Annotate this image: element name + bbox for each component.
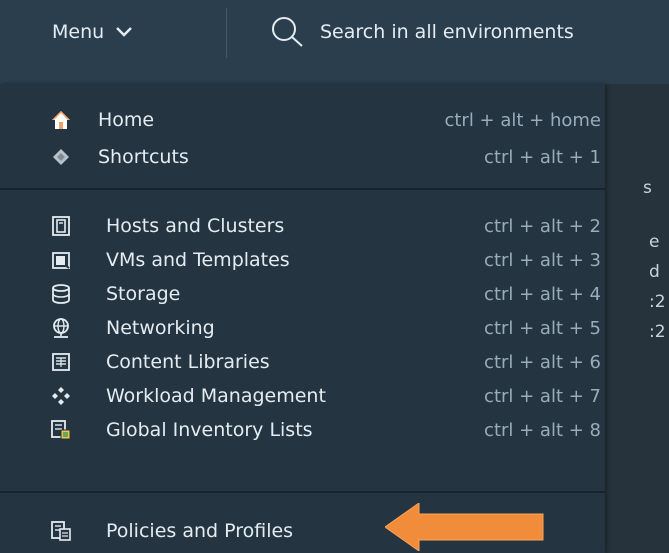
search-box[interactable]: Search in all environments bbox=[270, 16, 574, 48]
menu-item-label: Shortcuts bbox=[98, 146, 189, 168]
menu-item-workload-management[interactable]: Workload Management ctrl + alt + 7 bbox=[0, 379, 605, 413]
shortcuts-icon bbox=[50, 146, 72, 168]
menu-label: Menu bbox=[52, 21, 105, 43]
menu-button[interactable]: Menu bbox=[52, 18, 134, 46]
menu-item-label: Networking bbox=[106, 317, 215, 339]
menu-item-label: Content Libraries bbox=[106, 351, 270, 373]
background-text-fragment: s bbox=[643, 178, 652, 198]
background-text-fragment: d bbox=[649, 262, 660, 282]
menu-item-shortcut: ctrl + alt + 5 bbox=[484, 317, 601, 339]
policies-icon bbox=[50, 520, 72, 542]
menu-item-label: Storage bbox=[106, 283, 181, 305]
menu-item-label: VMs and Templates bbox=[106, 249, 290, 271]
storage-icon bbox=[50, 283, 72, 305]
menu-item-content-libraries[interactable]: Content Libraries ctrl + alt + 6 bbox=[0, 345, 605, 379]
network-icon bbox=[50, 317, 72, 339]
main-menu-dropdown: Home ctrl + alt + home Shortcuts ctrl + … bbox=[0, 84, 605, 553]
menu-item-label: Home bbox=[98, 109, 155, 131]
background-text-fragment: :2 bbox=[649, 292, 666, 312]
menu-item-global-inventory-lists[interactable]: Global Inventory Lists ctrl + alt + 8 bbox=[0, 413, 605, 447]
menu-item-shortcut: ctrl + alt + 4 bbox=[484, 283, 601, 305]
home-icon bbox=[50, 109, 72, 131]
menu-item-label: Hosts and Clusters bbox=[106, 215, 285, 237]
workload-icon bbox=[50, 385, 72, 407]
menu-separator bbox=[0, 491, 605, 493]
menu-item-shortcut: ctrl + alt + 8 bbox=[484, 419, 601, 441]
inventory-icon bbox=[50, 419, 72, 441]
menu-item-hosts-and-clusters[interactable]: Hosts and Clusters ctrl + alt + 2 bbox=[0, 209, 605, 243]
menu-item-shortcut: ctrl + alt + home bbox=[444, 109, 601, 131]
background-text-fragment: :2 bbox=[649, 322, 666, 342]
menu-separator bbox=[0, 188, 605, 190]
menu-item-vms-and-templates[interactable]: VMs and Templates ctrl + alt + 3 bbox=[0, 243, 605, 277]
vm-icon bbox=[50, 249, 72, 271]
header-divider bbox=[226, 8, 227, 58]
menu-item-shortcut: ctrl + alt + 2 bbox=[484, 215, 601, 237]
search-placeholder: Search in all environments bbox=[320, 21, 574, 43]
menu-item-shortcut: ctrl + alt + 6 bbox=[484, 351, 601, 373]
hosts-clusters-icon bbox=[50, 215, 72, 237]
chevron-down-icon bbox=[116, 27, 133, 37]
menu-item-label: Policies and Profiles bbox=[106, 520, 294, 542]
menu-item-shortcut: ctrl + alt + 1 bbox=[484, 146, 601, 168]
menu-item-shortcut: ctrl + alt + 3 bbox=[484, 249, 601, 271]
menu-item-label: Global Inventory Lists bbox=[106, 419, 313, 441]
menu-item-label: Workload Management bbox=[106, 385, 326, 407]
library-icon bbox=[50, 351, 72, 373]
menu-item-home[interactable]: Home ctrl + alt + home bbox=[0, 103, 605, 137]
menu-item-storage[interactable]: Storage ctrl + alt + 4 bbox=[0, 277, 605, 311]
top-header: Menu Search in all environments bbox=[0, 0, 669, 64]
menu-item-networking[interactable]: Networking ctrl + alt + 5 bbox=[0, 311, 605, 345]
background-page: s e d :2 :2 bbox=[605, 84, 669, 553]
search-icon bbox=[272, 17, 303, 47]
orange-arrow-icon bbox=[385, 503, 544, 551]
menu-item-shortcuts[interactable]: Shortcuts ctrl + alt + 1 bbox=[0, 140, 605, 174]
background-text-fragment: e bbox=[649, 232, 660, 252]
menu-item-shortcut: ctrl + alt + 7 bbox=[484, 385, 601, 407]
